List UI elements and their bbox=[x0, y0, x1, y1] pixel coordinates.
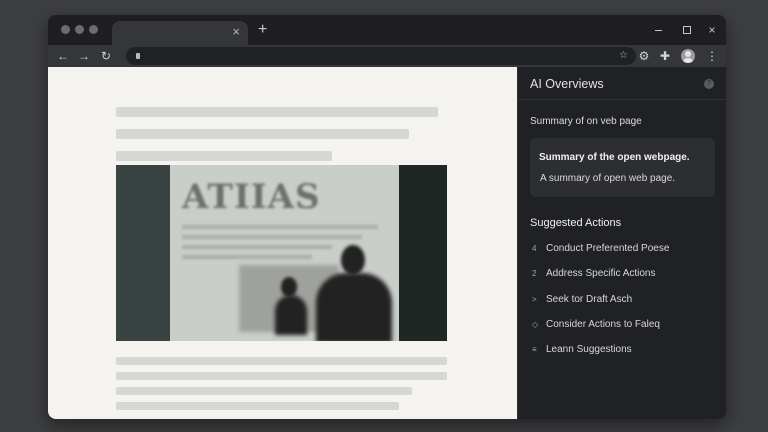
action-item[interactable]: ≡ Leann Suggestions bbox=[518, 340, 726, 365]
help-icon[interactable]: ? bbox=[704, 79, 714, 89]
text-placeholder bbox=[116, 129, 409, 139]
address-bar[interactable]: ☆ bbox=[126, 47, 636, 65]
panel-title: AI Overviews bbox=[530, 77, 604, 91]
action-item[interactable]: 2 Address Specific Actions bbox=[518, 264, 726, 289]
profile-avatar[interactable] bbox=[681, 49, 695, 63]
menu-icon[interactable]: ⋮ bbox=[703, 47, 721, 65]
text-placeholder bbox=[116, 107, 438, 117]
window-dot-icon bbox=[89, 25, 98, 34]
person-silhouette bbox=[281, 277, 297, 297]
text-placeholder bbox=[116, 387, 412, 395]
puzzle-icon[interactable]: ✚ bbox=[656, 47, 674, 65]
action-item[interactable]: > Seek tor Draft Asch bbox=[518, 290, 726, 315]
panel-header: AI Overviews ? bbox=[518, 67, 726, 100]
forward-icon[interactable]: → bbox=[75, 47, 93, 65]
window-dot-icon bbox=[75, 25, 84, 34]
browser-window: × + × ← → ↻ ☆ ⚙ ✚ ⋮ ATIIAS AI Overviews … bbox=[48, 15, 726, 419]
action-label: Leann Suggestions bbox=[546, 344, 632, 356]
extension-icon[interactable]: ⚙ bbox=[635, 47, 653, 65]
list-icon: ≡ bbox=[532, 345, 537, 355]
tab-close-icon[interactable]: × bbox=[232, 24, 240, 40]
chevron-right-icon: > bbox=[532, 294, 537, 304]
image-headline: ATIIAS bbox=[182, 177, 321, 217]
new-tab-icon[interactable]: + bbox=[258, 21, 267, 39]
minimize-icon[interactable] bbox=[651, 23, 665, 37]
bookmark-star-icon[interactable]: ☆ bbox=[619, 47, 628, 65]
reload-icon[interactable]: ↻ bbox=[97, 47, 115, 65]
action-label: Consider Actions to Faleq bbox=[546, 318, 660, 330]
ai-overviews-panel: AI Overviews ? Summary of on veb page Su… bbox=[517, 67, 726, 419]
summary-text: A summary of open web page. bbox=[540, 173, 676, 184]
number-icon: 4 bbox=[532, 244, 537, 253]
diamond-icon: ◇ bbox=[532, 319, 539, 329]
text-placeholder bbox=[116, 372, 447, 380]
action-label: Conduct Preferented Poese bbox=[546, 243, 670, 254]
web-page: ATIIAS bbox=[48, 67, 517, 419]
maximize-icon[interactable] bbox=[680, 23, 694, 37]
tab-strip: × + × bbox=[48, 15, 726, 45]
text-placeholder bbox=[116, 357, 447, 365]
action-item[interactable]: 4 Conduct Preferented Poese bbox=[518, 239, 726, 264]
suggested-actions-heading: Suggested Actions bbox=[530, 217, 622, 229]
window-close-icon[interactable]: × bbox=[705, 23, 719, 37]
text-placeholder bbox=[116, 151, 332, 161]
text-placeholder bbox=[116, 402, 399, 410]
number-icon: 2 bbox=[532, 269, 537, 279]
action-label: Address Specific Actions bbox=[546, 268, 656, 280]
browser-toolbar: ← → ↻ ☆ ⚙ ✚ ⋮ bbox=[48, 45, 726, 67]
back-icon[interactable]: ← bbox=[54, 47, 72, 65]
hero-image: ATIIAS bbox=[116, 165, 447, 341]
action-item[interactable]: ◇ Consider Actions to Faleq bbox=[518, 315, 726, 340]
summary-card: Summary of the open webpage. A summary o… bbox=[530, 138, 715, 197]
summary-label: Summary of on veb page bbox=[530, 116, 642, 127]
action-label: Seek tor Draft Asch bbox=[546, 293, 633, 305]
window-dot-icon bbox=[61, 25, 70, 34]
summary-heading: Summary of the open webpage. bbox=[539, 152, 690, 163]
person-silhouette bbox=[341, 245, 365, 275]
suggested-actions-list: 4 Conduct Preferented Poese 2 Address Sp… bbox=[518, 239, 726, 365]
lock-icon bbox=[136, 53, 140, 59]
browser-tab[interactable]: × bbox=[112, 21, 248, 45]
